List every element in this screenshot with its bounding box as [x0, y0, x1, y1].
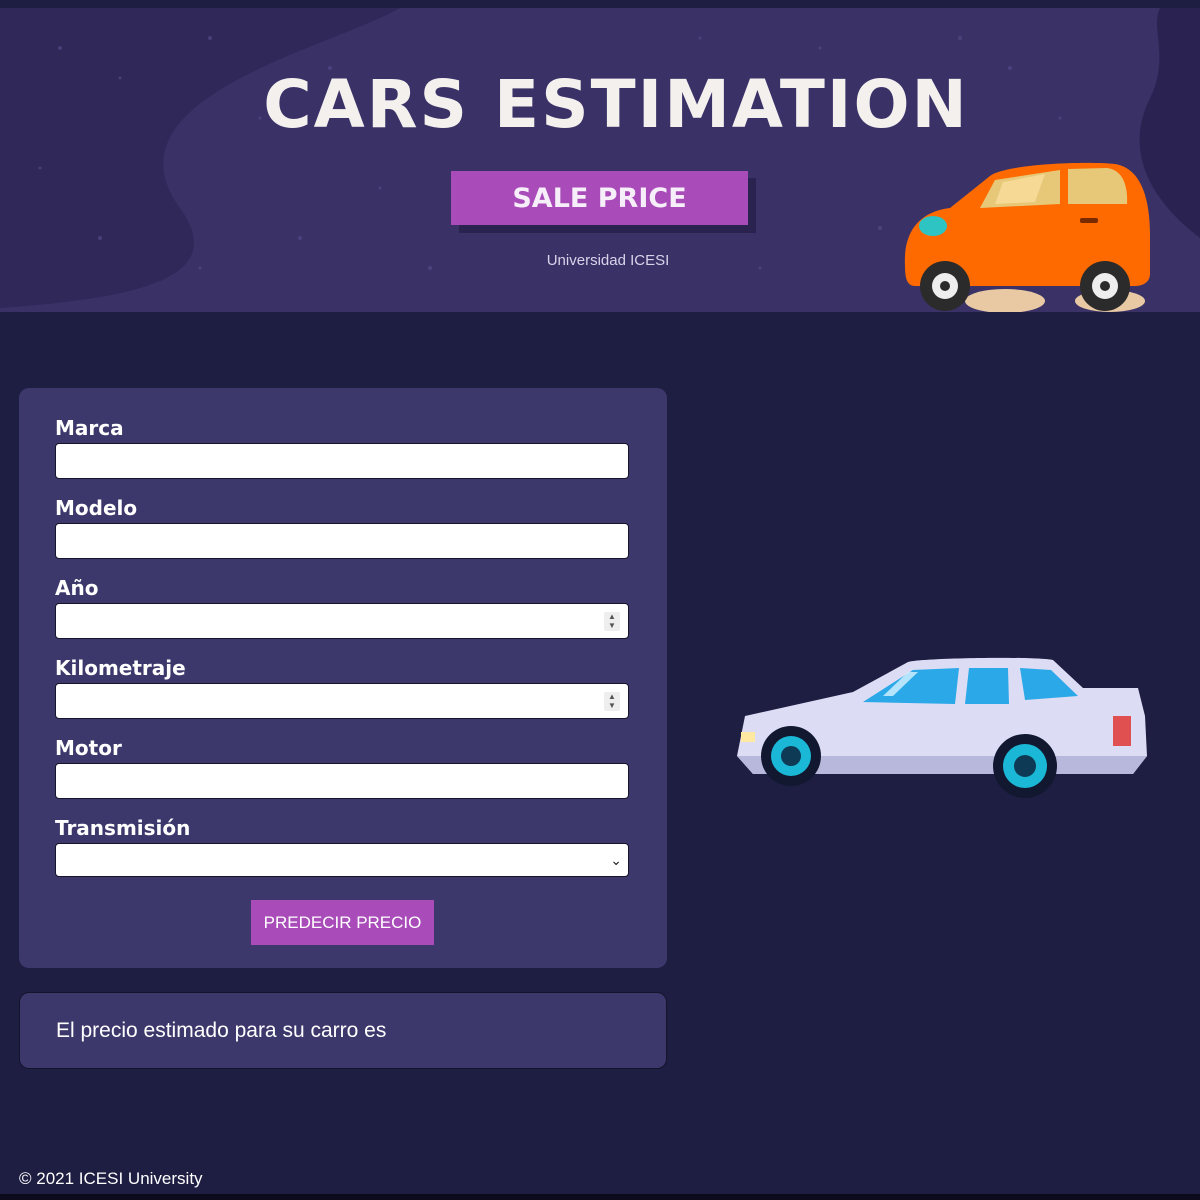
estimation-form-card: Marca Modelo Año ▲ ▼ Kilometraje ▲ ▼ Motor…	[19, 388, 667, 968]
predict-price-button[interactable]: PREDECIR PRECIO	[251, 900, 434, 945]
brand-input[interactable]	[55, 443, 629, 479]
mileage-input[interactable]: ▲ ▼	[55, 683, 629, 719]
brand-label: Marca	[55, 416, 124, 440]
model-label: Modelo	[55, 496, 138, 520]
chevron-down-icon: ⌄	[610, 852, 622, 868]
banner-title: CARS ESTIMATION	[263, 66, 969, 143]
result-card: El precio estimado para su carro es	[19, 992, 667, 1069]
year-spinner[interactable]: ▲ ▼	[604, 612, 620, 631]
orange-car-icon	[904, 162, 1150, 312]
hero-banner: CARS ESTIMATION SALE PRICE Universidad I…	[0, 8, 1200, 312]
mileage-spinner[interactable]: ▲ ▼	[604, 692, 620, 711]
mileage-label: Kilometraje	[55, 656, 186, 680]
result-text: El precio estimado para su carro es	[56, 1019, 387, 1042]
year-label: Año	[55, 576, 99, 600]
engine-label: Motor	[55, 736, 122, 760]
white-car-icon	[737, 657, 1147, 798]
sale-price-badge: SALE PRICE	[451, 171, 748, 225]
footer-copyright: © 2021 ICESI University	[19, 1169, 203, 1188]
transmission-select[interactable]: ⌄	[55, 843, 629, 877]
year-input[interactable]: ▲ ▼	[55, 603, 629, 639]
engine-input[interactable]	[55, 763, 629, 799]
bottom-strip	[0, 1194, 1200, 1200]
model-input[interactable]	[55, 523, 629, 559]
transmission-label: Transmisión	[55, 816, 191, 840]
top-strip	[0, 0, 1200, 8]
